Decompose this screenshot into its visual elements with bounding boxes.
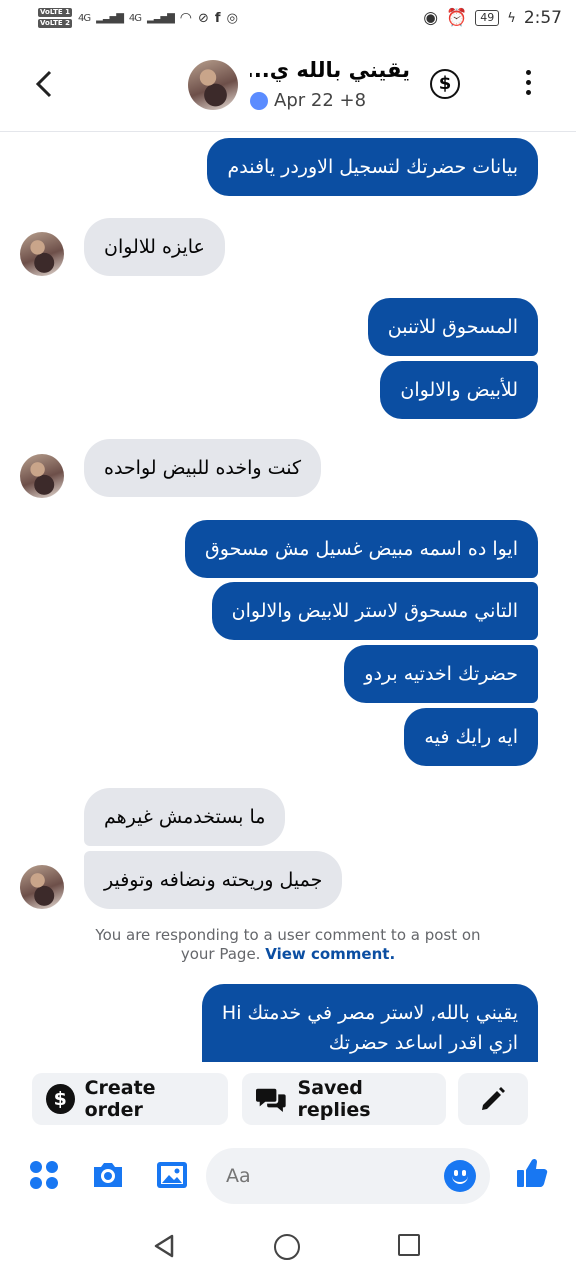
comment-reply-notice: You are responding to a user comment to …: [0, 926, 576, 964]
message-outgoing[interactable]: ايوا ده اسمه مبيض غسيل مش مسحوق: [185, 520, 538, 578]
avatar-image: [20, 454, 64, 498]
back-arrow-icon[interactable]: [30, 66, 60, 102]
contact-avatar-small[interactable]: [20, 865, 64, 909]
contact-avatar-small[interactable]: [20, 232, 64, 276]
nav-back-icon[interactable]: [150, 1232, 178, 1260]
emoji-icon[interactable]: [444, 1160, 476, 1192]
status-dot-icon: [250, 91, 268, 110]
message-outgoing[interactable]: للأبيض والالوان: [380, 361, 538, 419]
saved-replies-label: Saved replies: [297, 1077, 371, 1121]
gallery-icon[interactable]: [154, 1157, 190, 1193]
message-text: التاني مسحوق لاستر للابيض والالوان: [231, 600, 518, 622]
eye-icon: ◉: [423, 8, 439, 28]
alarm-icon: ⏰: [446, 8, 468, 28]
message-text: حضرتك اخدتيه بردو: [364, 663, 518, 685]
contact-subtitle: Apr 22 +8: [250, 90, 366, 111]
message-outgoing[interactable]: ايه رايك فيه: [404, 708, 538, 766]
nav-home-icon[interactable]: [274, 1234, 300, 1260]
dollar-icon: $: [46, 1084, 75, 1114]
chat-header: يقيني بالله ي... Apr 22 +8 $: [0, 36, 576, 132]
create-order-label: Create order: [84, 1077, 156, 1121]
status-left: VoLTE 1 VoLTE 2 4G ▂▃▅▇ 4G ▂▃▅▇ ◠ ⊘ f ◎: [38, 8, 238, 28]
avatar-image: [20, 232, 64, 276]
chat-bubbles-icon: [256, 1088, 286, 1112]
saved-replies-button[interactable]: Saved replies: [242, 1073, 446, 1125]
volte-sim1: VoLTE 1: [38, 8, 73, 17]
message-outgoing[interactable]: المسحوق للاتنبن: [367, 298, 538, 356]
message-incoming[interactable]: عايزه للالوان: [84, 218, 225, 276]
message-incoming[interactable]: ما بستخدمش غيرهم: [84, 788, 286, 846]
notice-line1: You are responding to a user comment to …: [95, 926, 481, 944]
message-outgoing[interactable]: بيانات حضرتك لتسجيل الاوردر يافندم: [207, 138, 538, 196]
clock: 2:57: [523, 8, 562, 28]
avatar-image: [20, 865, 64, 909]
message-outgoing[interactable]: حضرتك اخدتيه بردو: [344, 645, 538, 703]
message-text: عايزه للالوان: [104, 236, 205, 258]
nav-recents-icon[interactable]: [398, 1234, 420, 1256]
message-outgoing[interactable]: يقيني بالله, لاستر مصر في خدمتك Hi ازي ا…: [201, 984, 538, 1062]
more-options-icon[interactable]: [520, 70, 536, 95]
signal-icon-2: ▂▃▅▇: [147, 12, 175, 24]
message-text-line1: يقيني بالله, لاستر مصر في خدمتك Hi: [221, 1002, 518, 1024]
whatsapp-notif-icon: ◎: [226, 10, 238, 26]
avatar-image: [188, 60, 238, 110]
status-right: ◉ ⏰ 49 ϟ 2:57: [423, 8, 562, 28]
network-1: 4G: [78, 12, 91, 24]
message-outgoing[interactable]: التاني مسحوق لاستر للابيض والالوان: [211, 582, 538, 640]
contact-name[interactable]: يقيني بالله ي...: [250, 58, 410, 82]
edit-button[interactable]: [458, 1073, 528, 1125]
contact-avatar-small[interactable]: [20, 454, 64, 498]
network-2: 4G: [128, 12, 142, 24]
quick-actions-bar: $ Create order Saved replies: [0, 1073, 576, 1125]
notice-line2: your Page. View comment.: [0, 945, 576, 964]
notice-prefix: your Page.: [180, 945, 261, 963]
message-text-line2: ازي اقدر اساعد حضرتك: [328, 1032, 518, 1054]
camera-icon[interactable]: [90, 1157, 126, 1193]
volte-sim2: VoLTE 2: [38, 19, 73, 28]
message-text: المسحوق للاتنبن: [387, 316, 518, 338]
charging-icon: ϟ: [507, 10, 516, 26]
volte-indicators: VoLTE 1 VoLTE 2: [38, 8, 73, 28]
message-incoming[interactable]: جميل وريحته ونضافه وتوفير: [84, 851, 343, 909]
pencil-icon: [482, 1087, 505, 1110]
message-text: جميل وريحته ونضافه وتوفير: [104, 869, 323, 891]
system-navigation-bar: [0, 1212, 576, 1280]
payment-dollar-button[interactable]: $: [430, 69, 460, 99]
message-text: للأبيض والالوان: [400, 379, 518, 401]
message-text: ايوا ده اسمه مبيض غسيل مش مسحوق: [205, 538, 518, 560]
apps-grid-icon[interactable]: [26, 1157, 62, 1193]
create-order-button[interactable]: $ Create order: [32, 1073, 228, 1125]
wifi-icon: ◠: [179, 10, 193, 26]
contact-avatar[interactable]: [188, 60, 238, 110]
like-thumb-icon[interactable]: [514, 1155, 550, 1191]
message-text: ما بستخدمش غيرهم: [104, 806, 266, 828]
message-text: ايه رايك فيه: [424, 726, 518, 748]
subtitle-text: Apr 22 +8: [274, 90, 367, 111]
facebook-notif-icon: f: [214, 10, 221, 26]
messenger-notif-icon: ⊘: [198, 10, 209, 26]
battery-indicator: 49: [475, 10, 500, 26]
signal-icon: ▂▃▅▇: [96, 12, 124, 24]
status-bar: VoLTE 1 VoLTE 2 4G ▂▃▅▇ 4G ▂▃▅▇ ◠ ⊘ f ◎ …: [0, 0, 576, 36]
message-incoming[interactable]: كنت واخده للبيض لواحده: [84, 439, 322, 497]
message-text: بيانات حضرتك لتسجيل الاوردر يافندم: [227, 156, 518, 178]
view-comment-link[interactable]: View comment.: [265, 945, 395, 963]
message-composer: [0, 1145, 576, 1205]
message-thread[interactable]: بيانات حضرتك لتسجيل الاوردر يافندم عايزه…: [0, 132, 576, 1062]
message-text: كنت واخده للبيض لواحده: [104, 457, 302, 479]
